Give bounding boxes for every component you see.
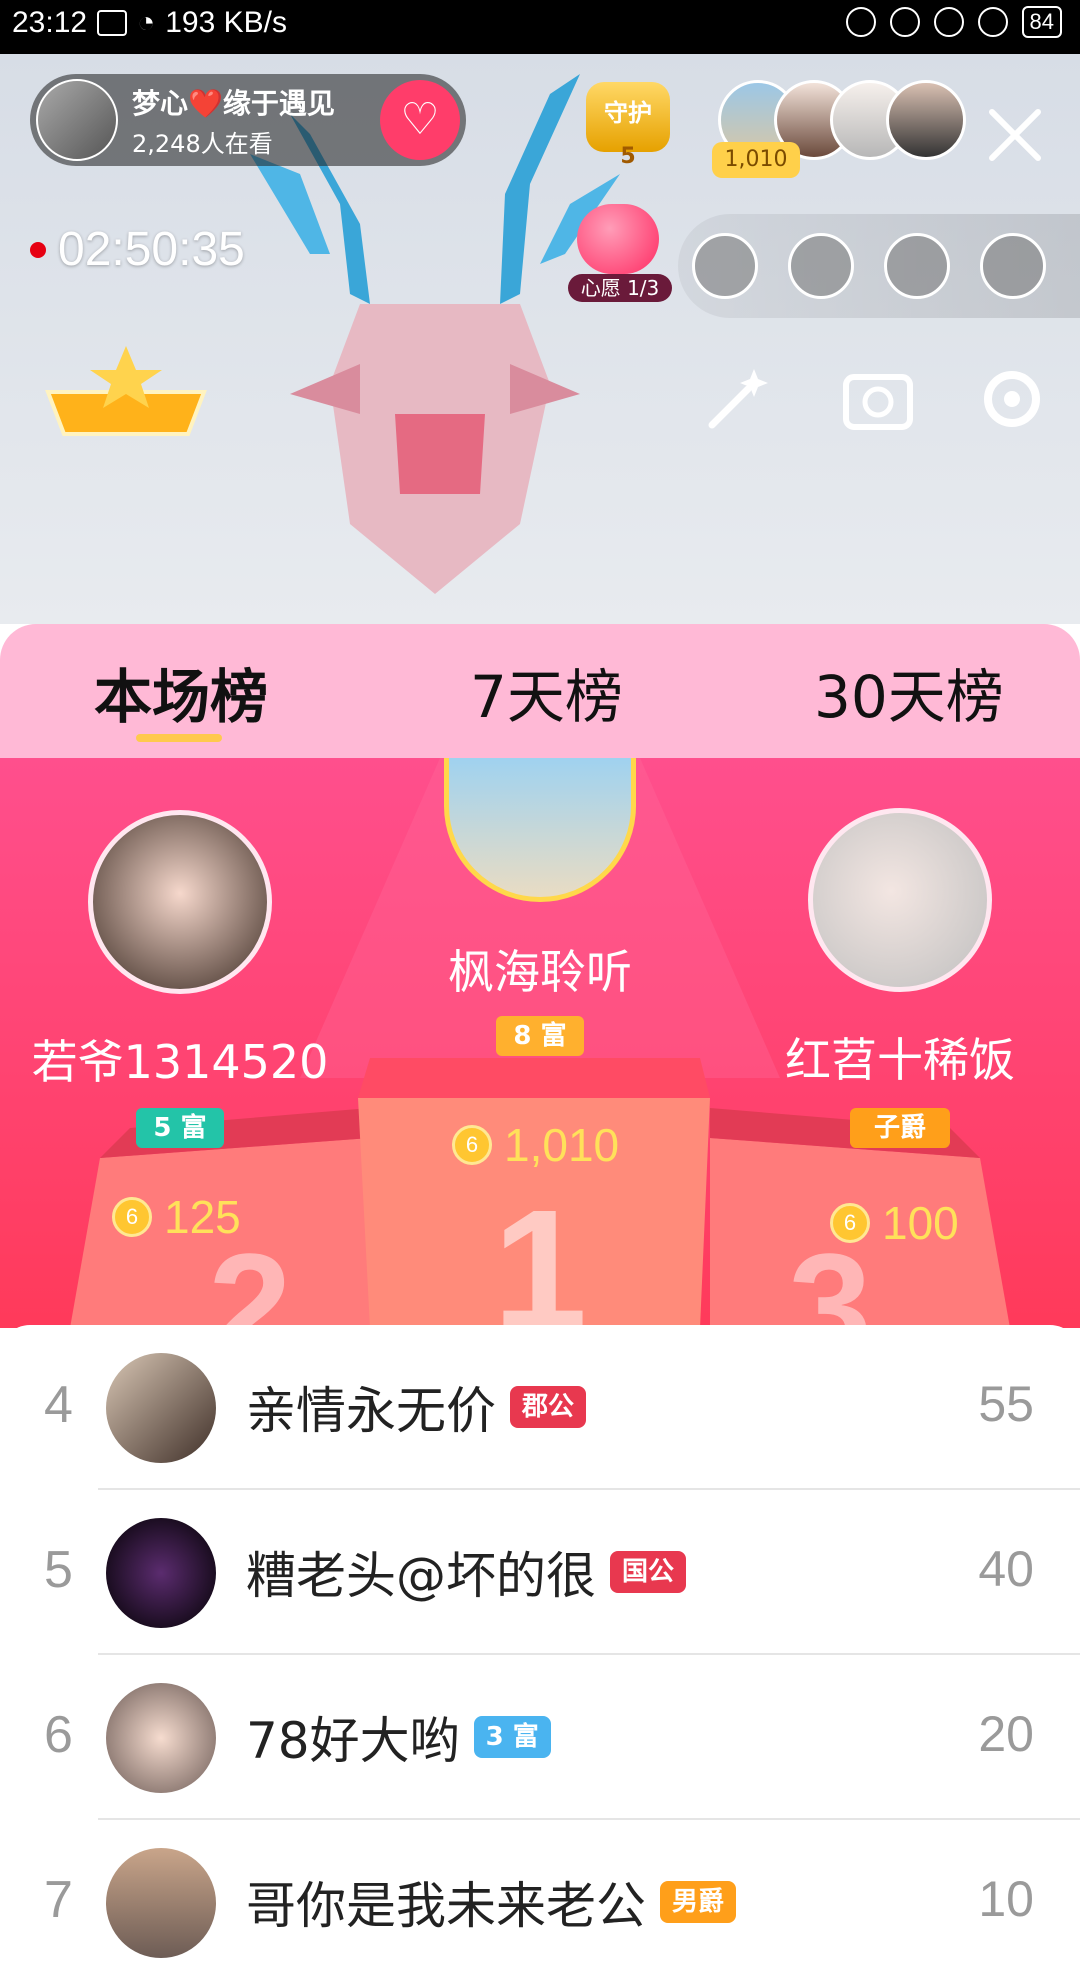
row-rank: 6 — [44, 1706, 73, 1764]
timer-text: 02:50:35 — [58, 223, 245, 276]
list-row[interactable]: 7 哥你是我未来老公 男爵 10 — [0, 1820, 1080, 1985]
alarm-icon — [933, 7, 964, 37]
notification-icon — [97, 10, 128, 36]
second-place-coins: 6 125 — [112, 1190, 241, 1244]
viewer-contribution: 1,010 — [712, 142, 800, 178]
row-title-badge: 3 富 — [473, 1716, 551, 1758]
row-score: 40 — [978, 1541, 1034, 1597]
guard-badge[interactable]: 守护 5 — [580, 82, 676, 182]
seat-bar — [678, 214, 1080, 318]
active-tab-indicator — [136, 734, 222, 742]
row-score: 10 — [978, 1871, 1034, 1927]
seat-slot[interactable] — [788, 233, 854, 299]
guard-label: 守护 — [586, 82, 670, 152]
third-place-level-badge: 子爵 — [850, 1108, 950, 1148]
row-name-group: 78好大哟 3 富 — [246, 1701, 551, 1773]
magic-wand-icon[interactable] — [698, 359, 778, 439]
row-avatar[interactable] — [106, 1353, 216, 1463]
host-card[interactable]: 梦心❤️缘于遇见 2,248人在看 ♡ — [30, 74, 466, 166]
coin-icon: 6 — [452, 1125, 492, 1165]
third-place-name: 红苕十稀饭 — [785, 1033, 1015, 1087]
switch-camera-icon[interactable] — [838, 359, 918, 439]
third-place-coin-amount: 100 — [882, 1197, 959, 1249]
seat-slot[interactable] — [692, 233, 758, 299]
third-place-avatar[interactable] — [808, 808, 992, 992]
wish-label: 心愿 1/3 — [568, 274, 672, 302]
row-title-badge: 郡公 — [510, 1386, 587, 1428]
list-row[interactable]: 4 亲情永无价 郡公 55 — [0, 1325, 1080, 1490]
row-name-group: 亲情永无价 郡公 — [246, 1371, 587, 1443]
row-rank: 4 — [44, 1376, 73, 1434]
second-place-level-badge: 5 富 — [136, 1108, 224, 1148]
wish-widget[interactable]: 心愿 1/3 — [568, 204, 672, 304]
guard-level: 5 — [620, 144, 636, 169]
row-name-group: 糟老头@坏的很 国公 — [246, 1536, 687, 1608]
row-score: 55 — [978, 1376, 1034, 1432]
status-time: 23:12 — [12, 6, 88, 39]
status-bar: 23:12 ◔ 193 KB/s 84 — [0, 0, 1080, 54]
tab-current-session[interactable]: 本场榜 — [94, 650, 268, 734]
row-title-badge: 国公 — [610, 1551, 687, 1593]
first-place-coins: 6 1,010 — [452, 1118, 619, 1172]
tab-30-days[interactable]: 30天榜 — [814, 650, 1004, 734]
row-name-group: 哥你是我未来老公 男爵 — [246, 1866, 737, 1938]
weekly-star-event-icon[interactable] — [28, 344, 224, 444]
viewer-avatar[interactable] — [886, 80, 966, 160]
row-name: 亲情永无价 — [246, 1382, 496, 1440]
row-score: 20 — [978, 1706, 1034, 1762]
podium: 1 2 3 枫海聆听 8 富 6 1,010 若爷1314520 5 富 6 1… — [0, 758, 1080, 1328]
seat-slot[interactable] — [980, 233, 1046, 299]
first-place-name: 枫海聆听 — [448, 945, 632, 999]
settings-gear-icon[interactable] — [972, 359, 1052, 439]
wifi-icon: ◔ — [137, 6, 156, 39]
ranking-list: 4 亲情永无价 郡公 55 5 糟老头@坏的很 国公 40 6 78好大哟 3 … — [0, 1325, 1080, 1958]
second-place-name: 若爷1314520 — [31, 1035, 329, 1089]
host-avatar[interactable] — [36, 79, 118, 161]
host-name: 梦心❤️缘于遇见 — [132, 86, 335, 120]
first-place-level-badge: 8 富 — [496, 1016, 584, 1056]
row-rank: 7 — [44, 1871, 73, 1929]
battery-indicator: 84 — [1021, 6, 1062, 38]
live-video: 梦心❤️缘于遇见 2,248人在看 ♡ 守护 5 1,010 02:50:35 … — [0, 54, 1080, 624]
row-avatar[interactable] — [106, 1683, 216, 1793]
row-name: 糟老头@坏的很 — [246, 1547, 596, 1605]
first-place-coin-amount: 1,010 — [504, 1119, 620, 1171]
seat-slot[interactable] — [884, 233, 950, 299]
recording-dot-icon — [30, 241, 46, 258]
wish-heart-icon — [577, 204, 659, 274]
coin-icon: 6 — [112, 1197, 152, 1237]
row-name: 78好大哟 — [246, 1712, 460, 1770]
row-avatar[interactable] — [106, 1848, 216, 1958]
row-name: 哥你是我未来老公 — [246, 1877, 646, 1935]
close-icon[interactable] — [980, 100, 1050, 170]
status-speed: 193 KB/s — [165, 6, 287, 39]
tab-7-days[interactable]: 7天榜 — [470, 650, 623, 734]
svg-text:1: 1 — [493, 1175, 588, 1328]
headphones-icon — [977, 7, 1008, 37]
second-place-coin-amount: 125 — [164, 1191, 241, 1243]
mute-icon — [845, 7, 876, 37]
row-title-badge: 男爵 — [660, 1881, 737, 1923]
third-place-coins: 6 100 — [830, 1196, 959, 1250]
follow-button[interactable]: ♡ — [380, 80, 460, 160]
viewer-count: 2,248人在看 — [132, 129, 273, 158]
coin-icon: 6 — [830, 1203, 870, 1243]
row-rank: 5 — [44, 1541, 73, 1599]
live-timer: 02:50:35 — [30, 222, 245, 277]
list-row[interactable]: 5 糟老头@坏的很 国公 40 — [0, 1490, 1080, 1655]
row-avatar[interactable] — [106, 1518, 216, 1628]
list-row[interactable]: 6 78好大哟 3 富 20 — [0, 1655, 1080, 1820]
lock-icon — [889, 7, 920, 37]
second-place-avatar[interactable] — [88, 810, 272, 994]
leaderboard-tabs: 本场榜 7天榜 30天榜 — [0, 624, 1080, 758]
